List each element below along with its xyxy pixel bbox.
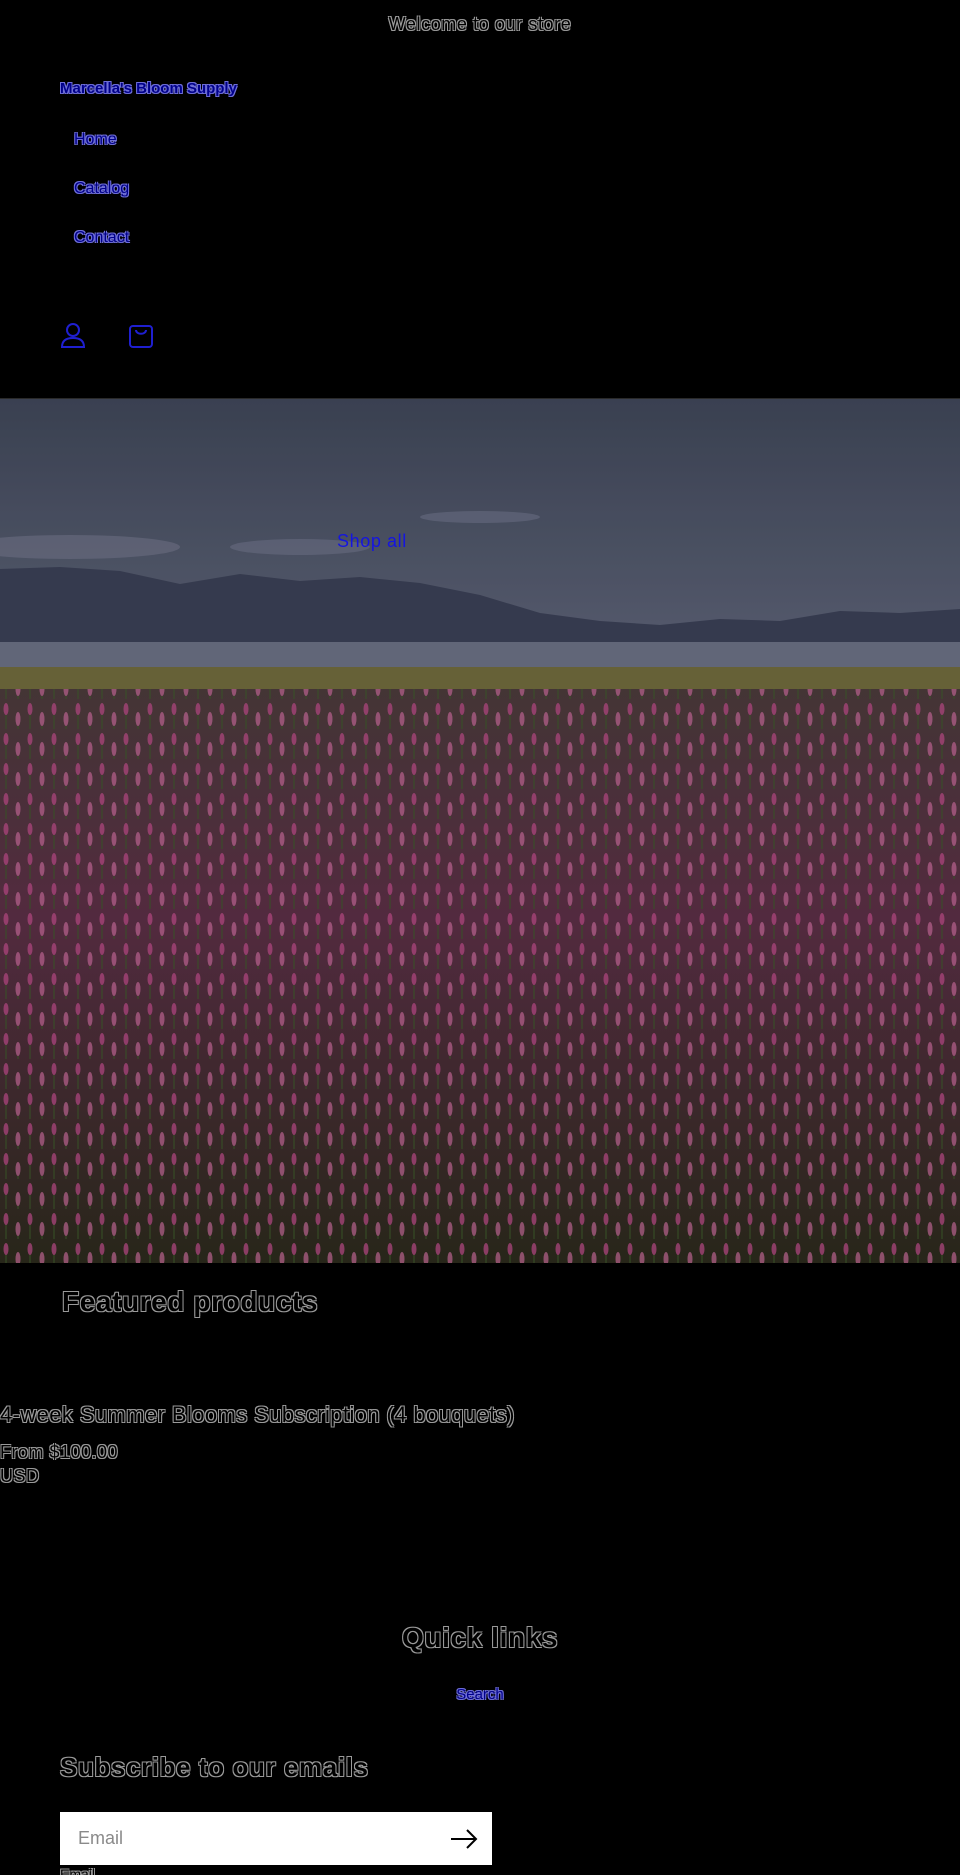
arrow-right-icon[interactable]: [448, 1823, 480, 1855]
announcement-bar: Welcome to our store: [0, 0, 960, 48]
email-form: [60, 1812, 492, 1865]
nav-item-home[interactable]: Home: [74, 122, 129, 171]
header-icons: [60, 320, 154, 350]
email-label: Email: [60, 1866, 96, 1875]
subscribe-heading: Subscribe to our emails: [60, 1752, 369, 1782]
site-header: Marcella's Bloom Supply Home Catalog Con…: [0, 48, 960, 398]
nav-item-contact[interactable]: Contact: [74, 220, 129, 269]
shop-all-link[interactable]: Shop all: [337, 531, 407, 552]
announcement-text: Welcome to our store: [388, 13, 572, 34]
hero-image: [0, 399, 960, 1263]
product-price: From $100.00 USD: [0, 1442, 119, 1486]
product-title-link[interactable]: 4-week Summer Blooms Subscription (4 bou…: [0, 1402, 515, 1428]
footer-links: Search: [0, 1686, 960, 1703]
user-icon[interactable]: [60, 320, 86, 350]
hero-banner: Shop all: [0, 399, 960, 1263]
main-nav: Home Catalog Contact: [74, 122, 129, 269]
search-link[interactable]: Search: [456, 1686, 504, 1703]
nav-item-catalog[interactable]: Catalog: [74, 171, 129, 220]
quick-links-heading: Quick links: [402, 1622, 558, 1653]
email-input[interactable]: [78, 1828, 408, 1849]
store-name-link[interactable]: Marcella's Bloom Supply: [60, 80, 237, 97]
featured-products-heading: Featured products: [62, 1286, 319, 1317]
bag-icon[interactable]: [128, 320, 154, 350]
